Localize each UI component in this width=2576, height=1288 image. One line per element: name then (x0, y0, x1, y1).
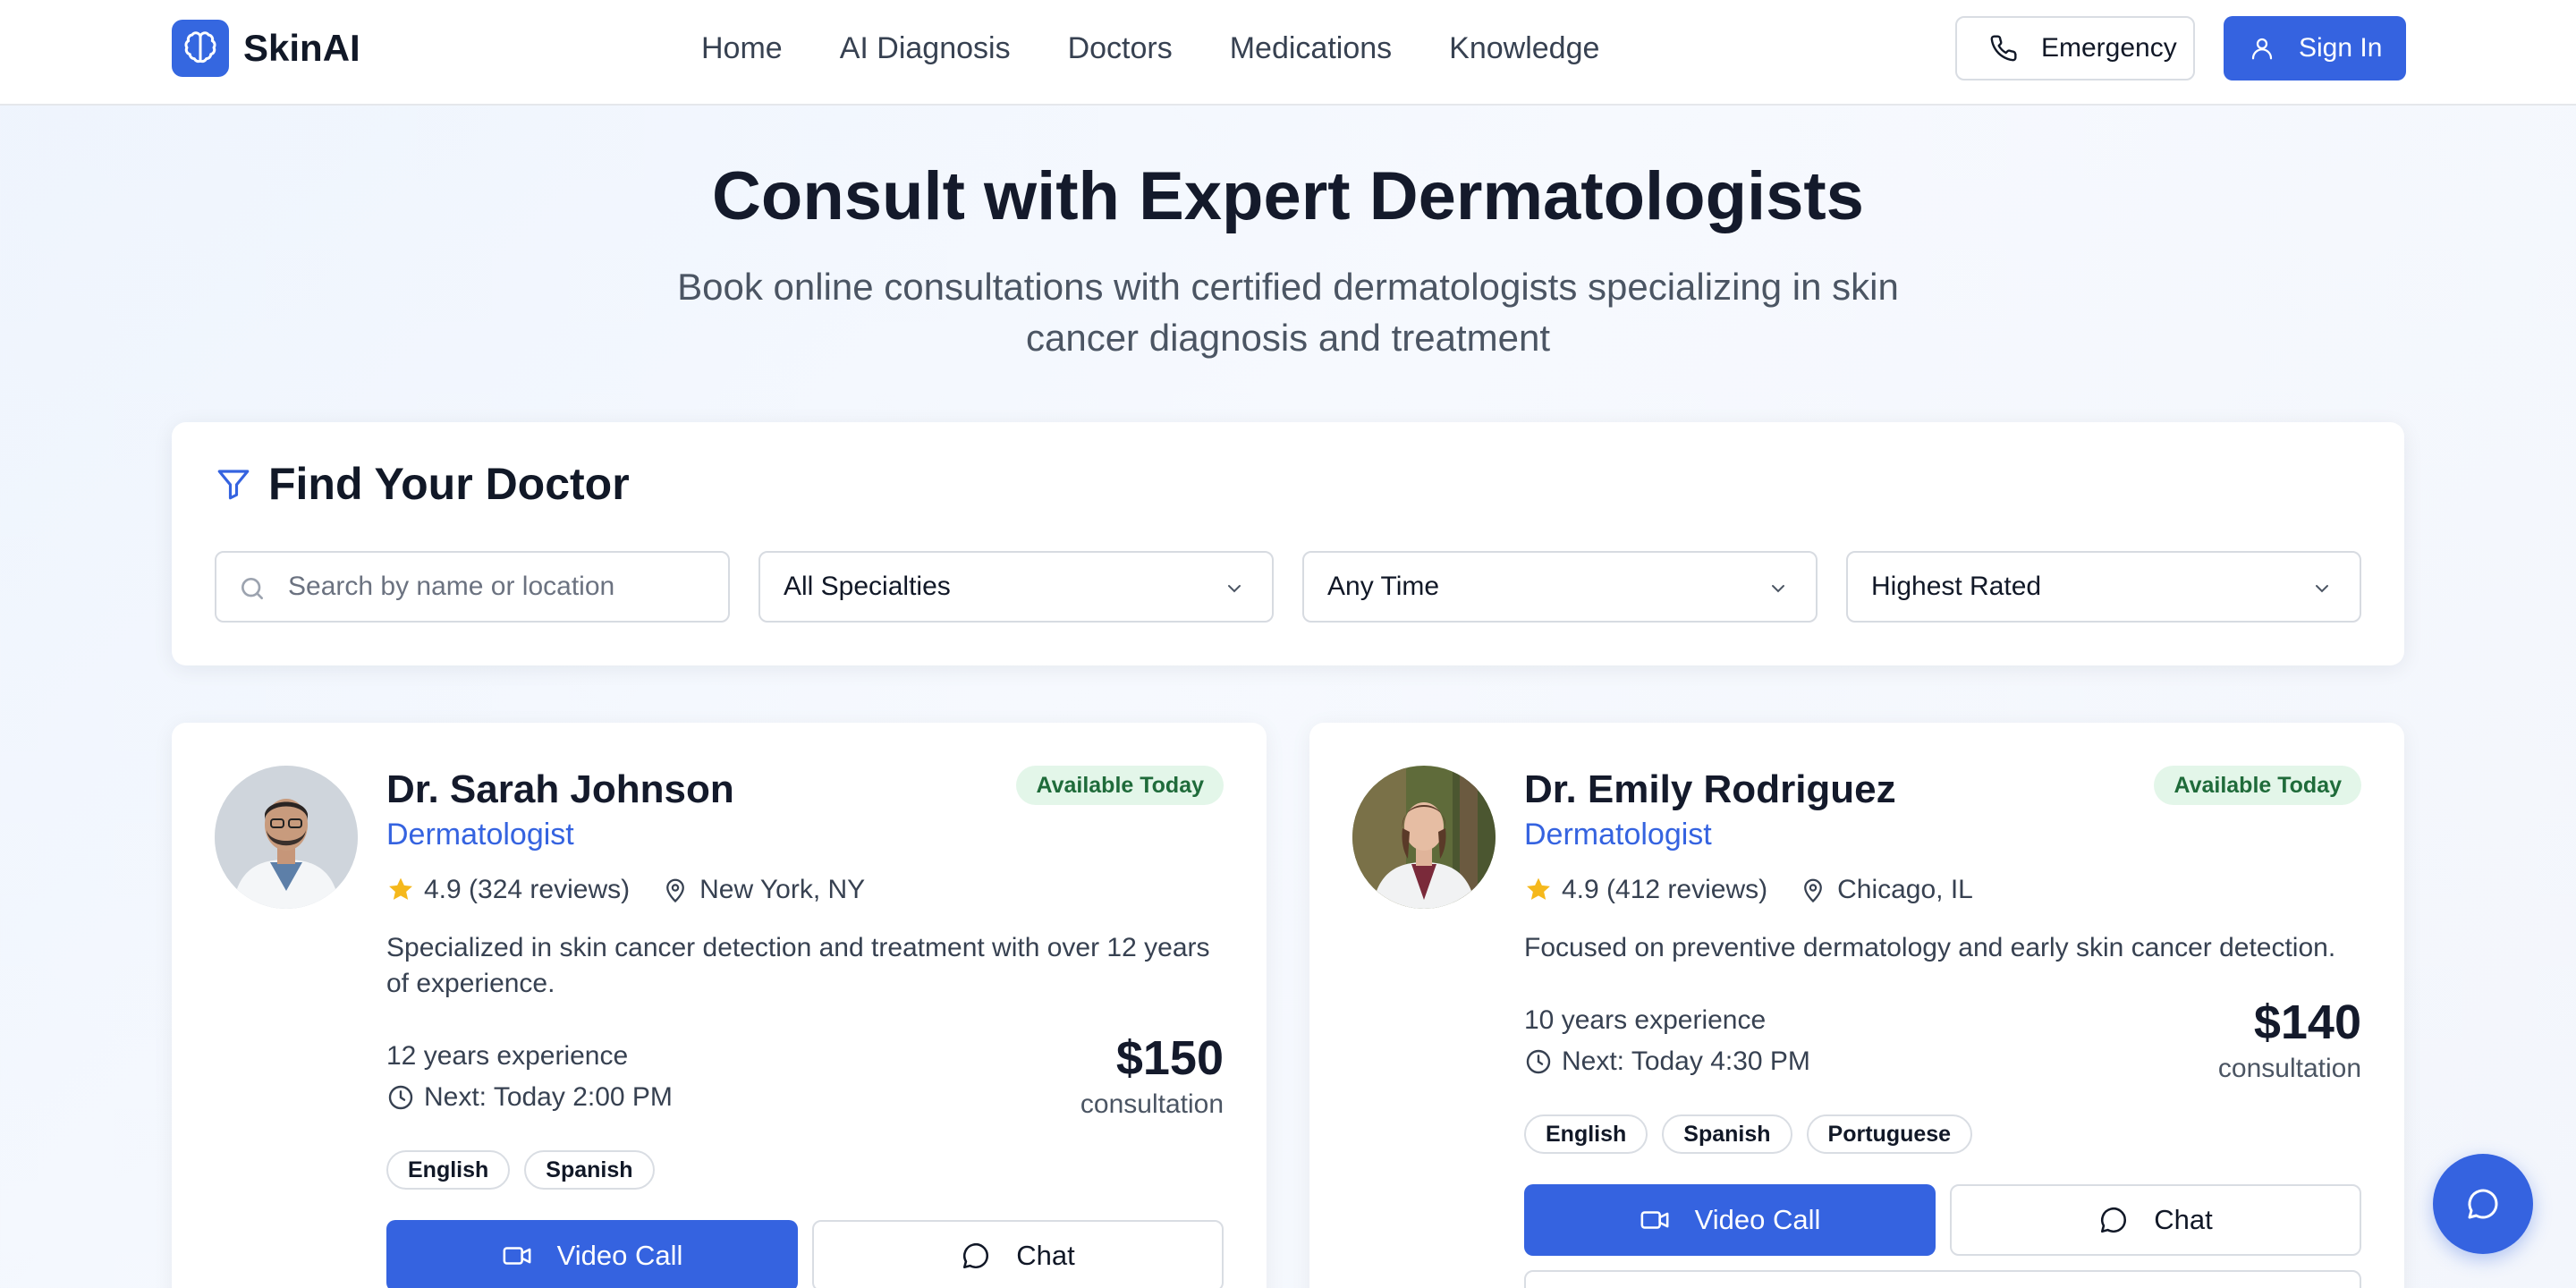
sign-in-label: Sign In (2299, 33, 2383, 63)
next-slot: Next: Today 2:00 PM (386, 1082, 673, 1113)
chevron-down-icon (1772, 585, 1784, 593)
location: New York, NY (662, 875, 865, 905)
language-tag: Spanish (1662, 1114, 1792, 1154)
availability-badge: Available Today (1016, 766, 1224, 805)
chat-button[interactable]: Chat (1950, 1184, 2361, 1256)
video-call-button[interactable]: Video Call (1524, 1184, 1936, 1256)
price-unit: consultation (2217, 1054, 2361, 1083)
clock-icon (388, 1085, 413, 1110)
nav-home[interactable]: Home (701, 27, 783, 70)
sign-in-button[interactable]: Sign In (2224, 16, 2406, 80)
filter-title: Find Your Doctor (268, 459, 630, 509)
language-tag: English (386, 1150, 511, 1190)
star-icon (1527, 877, 1550, 900)
emergency-button[interactable]: Emergency (1955, 16, 2195, 80)
experience-text: 10 years experience (1524, 1005, 1767, 1035)
filter-heading: Find Your Doctor (215, 458, 630, 510)
chat-button[interactable]: Chat (812, 1220, 1224, 1288)
doctor-avatar (1352, 766, 1496, 909)
map-pin-icon (666, 878, 684, 903)
next-slot-text: Next: Today 2:00 PM (424, 1082, 673, 1112)
doctor-avatar (215, 766, 358, 909)
rating-text: 4.9 (412 reviews) (1562, 875, 1768, 904)
rating-text: 4.9 (324 reviews) (424, 875, 631, 904)
doctor-description: Specialized in skin cancer detection and… (386, 933, 1210, 998)
user-icon (2251, 38, 2273, 60)
chat-icon (2468, 1189, 2498, 1219)
clock-icon (1526, 1049, 1551, 1074)
doctor-card: Dr. Emily Rodriguez Dermatologist Availa… (1309, 723, 2404, 1288)
next-slot: Next: Today 4:30 PM (1524, 1046, 1810, 1077)
doctor-specialty: Dermatologist (1524, 818, 1712, 852)
brain-icon (172, 20, 229, 77)
chat-label: Chat (1016, 1240, 1075, 1271)
chat-icon (2101, 1208, 2127, 1233)
doctor-description: Focused on preventive dermatology and ea… (1524, 933, 2336, 962)
rating-row: 4.9 (324 reviews) New York, NY (386, 875, 865, 905)
nav-knowledge[interactable]: Knowledge (1449, 27, 1599, 70)
chat-icon (963, 1243, 989, 1269)
search-input[interactable]: Search by name or location (215, 551, 730, 623)
location-text: New York, NY (699, 875, 866, 904)
phone-icon (1990, 35, 2017, 62)
doctor-name: Dr. Emily Rodriguez (1524, 767, 1896, 811)
page-title: Consult with Expert Dermatologists (712, 158, 1864, 234)
rating-row: 4.9 (412 reviews) Chicago, IL (1524, 875, 1973, 905)
star-icon (389, 877, 412, 900)
video-call-label: Video Call (1694, 1204, 1821, 1235)
search-placeholder: Search by name or location (288, 572, 615, 601)
language-tags: English Spanish Portuguese (1524, 1114, 1987, 1154)
video-call-label: Video Call (556, 1240, 683, 1271)
emergency-label: Emergency (2041, 33, 2177, 63)
doctor-name: Dr. Sarah Johnson (386, 767, 734, 811)
page-subtitle: Book online consultations with certified… (677, 266, 1899, 359)
time-select[interactable]: Any Time (1302, 551, 1818, 623)
search-icon (242, 578, 263, 599)
video-icon (1640, 1211, 1669, 1229)
specialty-select[interactable]: All Specialties (758, 551, 1274, 623)
language-tag: Spanish (524, 1150, 655, 1190)
floating-chat-button[interactable] (2433, 1154, 2533, 1254)
time-value: Any Time (1327, 572, 1440, 601)
price: $140 (2253, 996, 2361, 1049)
specialty-value: All Specialties (784, 572, 951, 601)
next-slot-text: Next: Today 4:30 PM (1562, 1046, 1810, 1076)
price-unit: consultation (1080, 1089, 1224, 1119)
doctor-specialty: Dermatologist (386, 818, 574, 852)
chevron-down-icon (1228, 585, 1241, 593)
chat-label: Chat (2154, 1204, 2213, 1235)
sort-value: Highest Rated (1871, 572, 2042, 601)
logo[interactable]: SkinAI (172, 20, 360, 77)
find-doctor-panel: Find Your Doctor Search by name or locat… (172, 422, 2404, 665)
chevron-down-icon (2316, 585, 2328, 593)
nav-medications[interactable]: Medications (1230, 27, 1392, 70)
language-tags: English Spanish (386, 1150, 669, 1190)
nav-doctors[interactable]: Doctors (1068, 27, 1173, 70)
doctor-card: Dr. Sarah Johnson Dermatologist Availabl… (172, 723, 1267, 1288)
price: $150 (1115, 1031, 1224, 1085)
location-text: Chicago, IL (1837, 875, 1973, 904)
secondary-action-button[interactable] (1524, 1270, 2361, 1288)
nav-ai-diagnosis[interactable]: AI Diagnosis (840, 27, 1011, 70)
language-tag: Portuguese (1806, 1114, 1973, 1154)
sort-select[interactable]: Highest Rated (1846, 551, 2361, 623)
availability-badge: Available Today (2154, 766, 2361, 805)
video-call-button[interactable]: Video Call (386, 1220, 798, 1288)
language-tag: English (1524, 1114, 1648, 1154)
experience-text: 12 years experience (386, 1041, 629, 1071)
location: Chicago, IL (1800, 875, 1973, 905)
top-navbar: SkinAI Home AI Diagnosis Doctors Medicat… (0, 0, 2576, 106)
video-icon (503, 1247, 531, 1265)
map-pin-icon (1804, 878, 1822, 903)
filter-icon (217, 470, 250, 500)
logo-text: SkinAI (243, 27, 360, 69)
main-nav: Home AI Diagnosis Doctors Medications Kn… (701, 27, 1657, 70)
